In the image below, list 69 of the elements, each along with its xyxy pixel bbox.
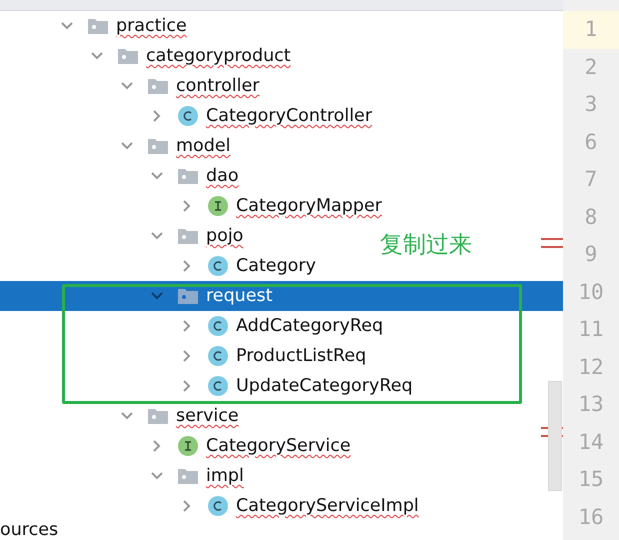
line-number: 14	[577, 428, 605, 456]
tree-label: CategoryService	[206, 436, 351, 456]
folder-icon	[178, 288, 198, 304]
tree-row[interactable]: Category	[0, 251, 320, 281]
tree-label: CategoryController	[206, 106, 372, 126]
folder-icon	[178, 468, 198, 484]
line-number: 7	[584, 166, 598, 193]
tree-row[interactable]: CategoryMapper	[0, 191, 386, 221]
folder-icon	[178, 168, 198, 184]
folder-icon	[148, 138, 168, 154]
tree-row[interactable]: categoryproduct	[0, 41, 295, 71]
tree-label: ources	[0, 521, 58, 540]
tree-row[interactable]: CategoryServiceImpl	[0, 491, 423, 521]
class-icon	[208, 346, 228, 366]
line-number: 13	[577, 391, 605, 418]
line-number: 9	[584, 241, 598, 268]
tree-row[interactable]: request	[0, 281, 563, 311]
tree-row[interactable]: CategoryController	[0, 101, 376, 131]
tree-label: request	[206, 286, 273, 306]
interface-icon	[178, 436, 198, 456]
folder-icon	[178, 228, 198, 244]
tree-row[interactable]: dao	[0, 161, 243, 191]
tree-label: controller	[176, 76, 260, 96]
folder-icon	[148, 78, 168, 94]
class-icon	[208, 256, 228, 276]
class-icon	[208, 316, 228, 336]
line-number: 10	[577, 278, 605, 306]
class-icon	[208, 496, 228, 516]
tree-label: model	[176, 136, 230, 156]
class-icon	[208, 376, 228, 396]
change-marker-icon	[541, 238, 563, 248]
line-number: 11	[577, 316, 605, 343]
line-number: 2	[584, 54, 598, 80]
tree-label: CategoryServiceImpl	[236, 496, 419, 516]
tree-label: Category	[236, 256, 316, 276]
tree-row[interactable]: ProductListReq	[0, 341, 370, 371]
tree-label: pojo	[206, 226, 244, 246]
tree-row[interactable]: model	[0, 131, 234, 161]
tree-label: practice	[116, 16, 187, 36]
line-number: 16	[577, 504, 605, 530]
tree-label: UpdateCategoryReq	[236, 376, 413, 396]
tree-label: AddCategoryReq	[236, 316, 384, 336]
folder-icon	[88, 18, 108, 34]
tree-row[interactable]: pojo	[0, 221, 248, 251]
line-number: 1	[563, 11, 619, 48]
tree-row[interactable]: practice	[0, 11, 191, 41]
annotation-text: 复制过来	[380, 231, 472, 260]
line-number: 3	[584, 91, 598, 118]
line-number: 15	[577, 466, 605, 493]
line-number: 12	[577, 354, 605, 380]
tree-label: categoryproduct	[146, 46, 291, 66]
interface-icon	[208, 196, 228, 216]
tree-row[interactable]: impl	[0, 461, 248, 491]
line-number: 8	[584, 204, 598, 230]
class-icon	[178, 106, 198, 126]
tree-row[interactable]: CategoryService	[0, 431, 355, 461]
tree-row[interactable]: service	[0, 401, 243, 431]
tree-row[interactable]: UpdateCategoryReq	[0, 371, 417, 401]
tree-label: dao	[206, 166, 239, 186]
tree-label: service	[176, 406, 239, 426]
folder-icon	[118, 48, 138, 64]
tree-row[interactable]: AddCategoryReq	[0, 311, 388, 341]
scrollbar-thumb[interactable]	[548, 381, 562, 491]
folder-icon	[148, 408, 168, 424]
line-number: 6	[584, 128, 598, 156]
tree-label: ProductListReq	[236, 346, 366, 366]
tree-label: impl	[206, 466, 244, 486]
tree-label: CategoryMapper	[236, 196, 382, 216]
tree-row[interactable]: controller	[0, 71, 264, 101]
